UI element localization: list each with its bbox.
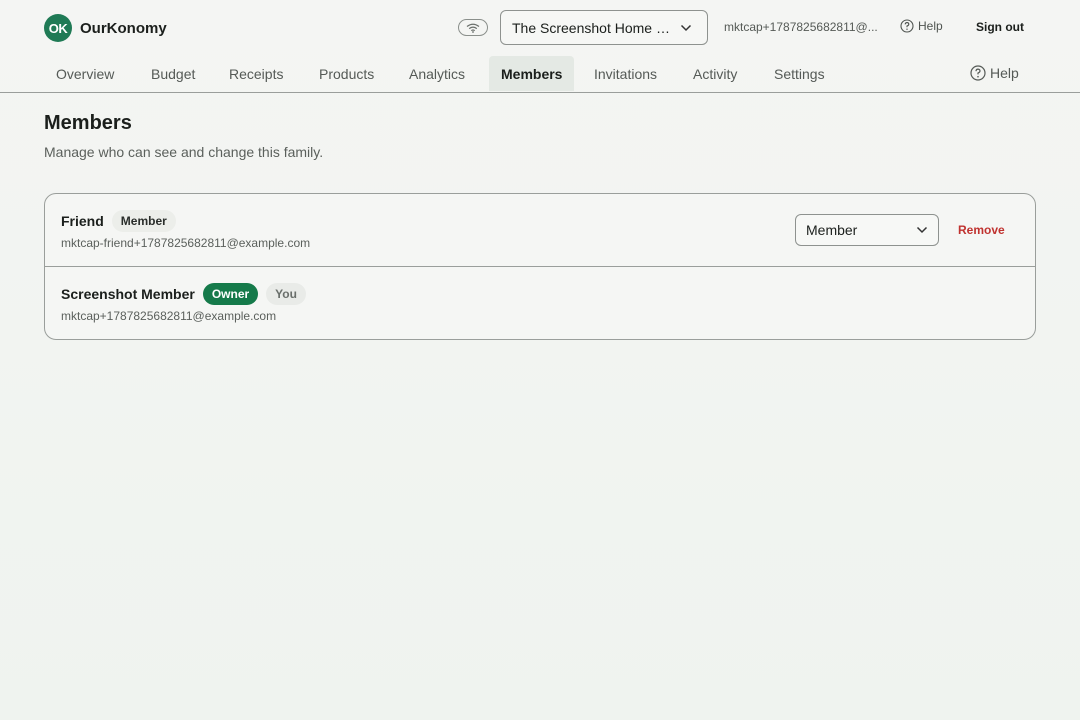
- brand-name: OurKonomy: [80, 19, 167, 37]
- help-link-top[interactable]: Help: [900, 19, 943, 33]
- member-row: Screenshot Member Owner You mktcap+17878…: [45, 267, 1035, 339]
- member-name: Screenshot Member: [61, 286, 195, 302]
- member-name-line: Friend Member: [61, 210, 176, 232]
- tab-budget[interactable]: Budget: [139, 56, 207, 91]
- role-badge: Member: [111, 210, 176, 232]
- family-select-value: The Screenshot Home · ...: [512, 19, 674, 36]
- help-label: Help: [918, 19, 943, 33]
- member-email: mktcap-friend+1787825682811@example.com: [61, 236, 311, 250]
- members-list: Friend Member mktcap-friend+178782568281…: [44, 193, 1036, 340]
- help-label: Help: [990, 65, 1019, 81]
- you-badge: You: [266, 283, 306, 305]
- help-icon: [900, 19, 914, 33]
- brand[interactable]: OK OurKonomy: [44, 14, 167, 42]
- role-select[interactable]: Member: [795, 214, 939, 246]
- role-select-value: Member: [806, 222, 858, 238]
- chevron-down-icon: [916, 226, 928, 234]
- tab-analytics[interactable]: Analytics: [397, 56, 477, 91]
- member-name: Friend: [61, 213, 104, 229]
- tab-overview[interactable]: Overview: [44, 56, 126, 91]
- wifi-icon: [466, 23, 480, 33]
- tab-receipts[interactable]: Receipts: [217, 56, 295, 91]
- page-title: Members: [44, 112, 132, 134]
- tab-invitations[interactable]: Invitations: [582, 56, 669, 91]
- chevron-down-icon: [680, 24, 692, 32]
- remove-member-button[interactable]: Remove: [958, 223, 1005, 237]
- tab-members[interactable]: Members: [489, 56, 575, 91]
- help-link-nav[interactable]: Help: [970, 65, 1019, 81]
- main-nav: Overview Budget Receipts Products Analyt…: [0, 56, 1080, 93]
- tab-products[interactable]: Products: [307, 56, 386, 91]
- page-subtitle: Manage who can see and change this famil…: [44, 144, 324, 160]
- brand-logo: OK: [44, 14, 72, 42]
- tab-activity[interactable]: Activity: [681, 56, 749, 91]
- top-bar: OK OurKonomy The Screenshot Home · ... m…: [0, 0, 1080, 56]
- owner-badge: Owner: [202, 283, 259, 305]
- user-email: mktcap+1787825682811@...: [724, 20, 878, 34]
- member-name-line: Screenshot Member Owner You: [61, 283, 306, 305]
- family-select[interactable]: The Screenshot Home · ...: [500, 10, 708, 45]
- help-icon: [970, 65, 986, 81]
- connection-toggle[interactable]: [458, 19, 488, 36]
- member-row: Friend Member mktcap-friend+178782568281…: [45, 194, 1035, 267]
- tab-settings[interactable]: Settings: [762, 56, 837, 91]
- member-email: mktcap+1787825682811@example.com: [61, 309, 277, 323]
- sign-out-button[interactable]: Sign out: [976, 20, 1024, 34]
